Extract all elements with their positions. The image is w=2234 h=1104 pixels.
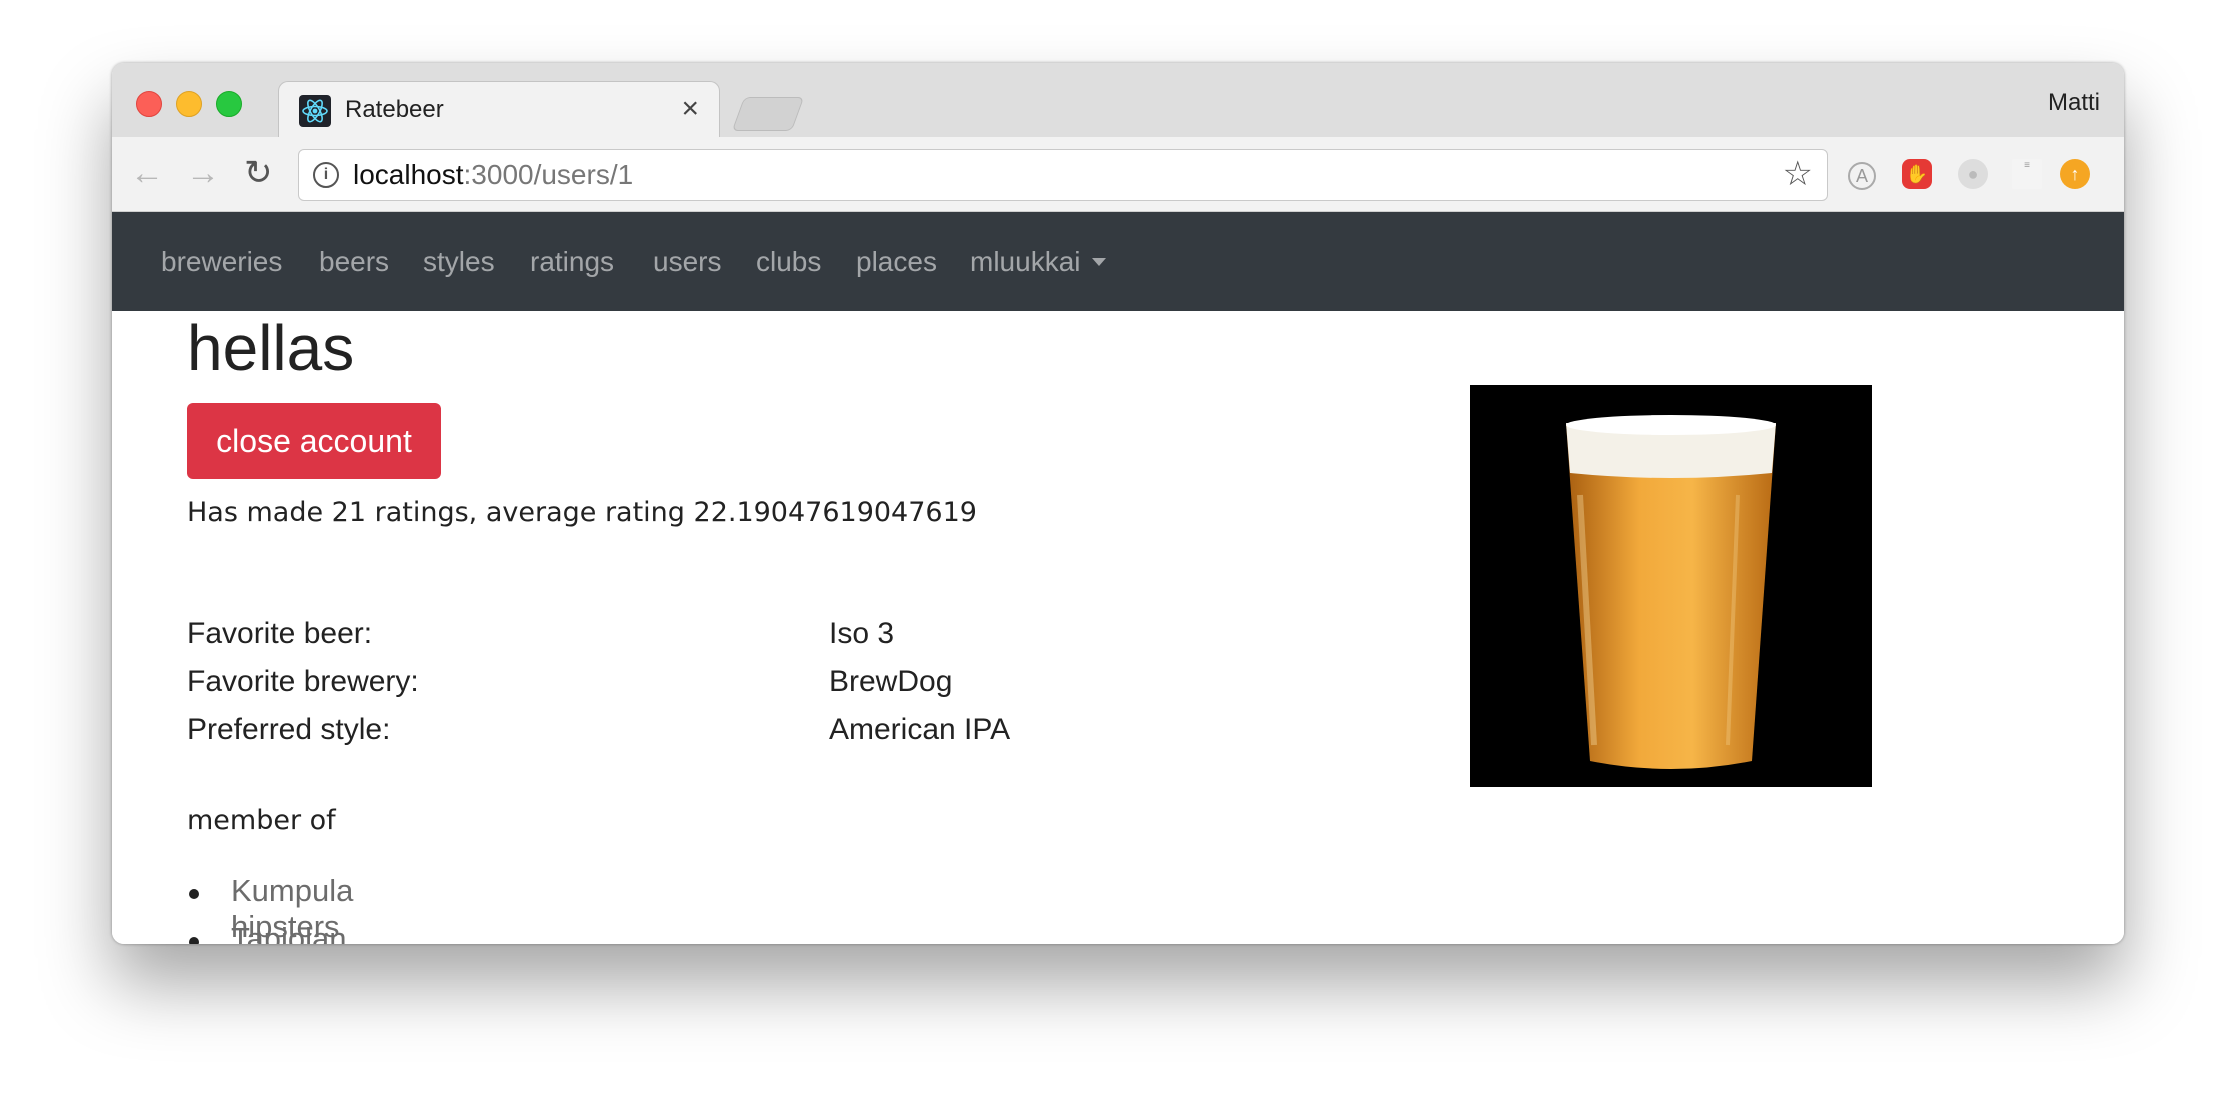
- nav-ratings[interactable]: ratings: [530, 246, 614, 278]
- profile-name[interactable]: Matti: [2048, 89, 2100, 117]
- title-bar: Ratebeer × Matti: [112, 63, 2124, 140]
- extension-upload-icon[interactable]: ↑: [2060, 159, 2090, 189]
- nav-beers[interactable]: beers: [319, 246, 389, 278]
- close-window-button[interactable]: [136, 91, 162, 117]
- minimize-window-button[interactable]: [176, 91, 202, 117]
- browser-window: Ratebeer × Matti ← → ↻ i localhost:3000/…: [112, 63, 2124, 944]
- browser-toolbar: ← → ↻ i localhost:3000/users/1 ☆ A ✋ ● ≡…: [112, 137, 2124, 212]
- extension-a-icon[interactable]: A: [1848, 162, 1876, 190]
- bookmark-star-icon[interactable]: ☆: [1783, 154, 1813, 194]
- favorite-brewery-value: BrewDog: [829, 665, 953, 698]
- maximize-window-button[interactable]: [216, 91, 242, 117]
- address-bar[interactable]: i localhost:3000/users/1 ☆: [298, 149, 1828, 201]
- react-icon: [299, 95, 331, 127]
- beer-glass-image: [1470, 385, 1872, 787]
- nav-clubs[interactable]: clubs: [756, 246, 821, 278]
- extension-note-icon[interactable]: ≡: [2012, 159, 2042, 189]
- club-link[interactable]: Tapiolan akateeminen olutseura: [231, 921, 409, 944]
- favorite-brewery-label: Favorite brewery:: [187, 665, 419, 698]
- favorite-beer-label: Favorite beer:: [187, 617, 373, 650]
- page-title: hellas: [187, 312, 355, 384]
- nav-places[interactable]: places: [856, 246, 937, 278]
- tab-title: Ratebeer: [345, 96, 444, 123]
- page-viewport: breweries beers styles ratings users clu…: [112, 212, 2124, 944]
- nav-breweries[interactable]: breweries: [161, 246, 282, 278]
- site-navbar: breweries beers styles ratings users clu…: [112, 212, 2124, 311]
- extension-hand-icon[interactable]: ✋: [1902, 159, 1932, 189]
- close-account-button[interactable]: close account: [187, 403, 441, 479]
- reload-icon[interactable]: ↻: [244, 155, 273, 191]
- url-text[interactable]: localhost:3000/users/1: [353, 159, 633, 191]
- bullet-icon: [189, 937, 199, 944]
- forward-icon[interactable]: →: [186, 155, 220, 191]
- nav-users[interactable]: users: [653, 246, 721, 278]
- browser-tab[interactable]: Ratebeer ×: [278, 81, 720, 140]
- new-tab-button[interactable]: [731, 97, 805, 131]
- user-dropdown-label: mluukkai: [970, 246, 1081, 277]
- back-icon[interactable]: ←: [130, 155, 164, 191]
- tab-close-icon[interactable]: ×: [681, 92, 699, 126]
- favorite-beer-value: Iso 3: [829, 617, 895, 650]
- info-icon[interactable]: i: [313, 162, 339, 188]
- nav-styles[interactable]: styles: [423, 246, 495, 278]
- preferred-style-label: Preferred style:: [187, 713, 391, 746]
- member-of-heading: member of: [187, 805, 336, 836]
- nav-user-dropdown[interactable]: mluukkai: [970, 246, 1107, 278]
- rating-summary: Has made 21 ratings, average rating 22.1…: [187, 497, 977, 528]
- caret-down-icon: [1092, 258, 1107, 266]
- preferred-style-value: American IPA: [829, 713, 1011, 746]
- bullet-icon: [189, 889, 199, 899]
- extension-leaf-icon[interactable]: ●: [1958, 159, 1988, 189]
